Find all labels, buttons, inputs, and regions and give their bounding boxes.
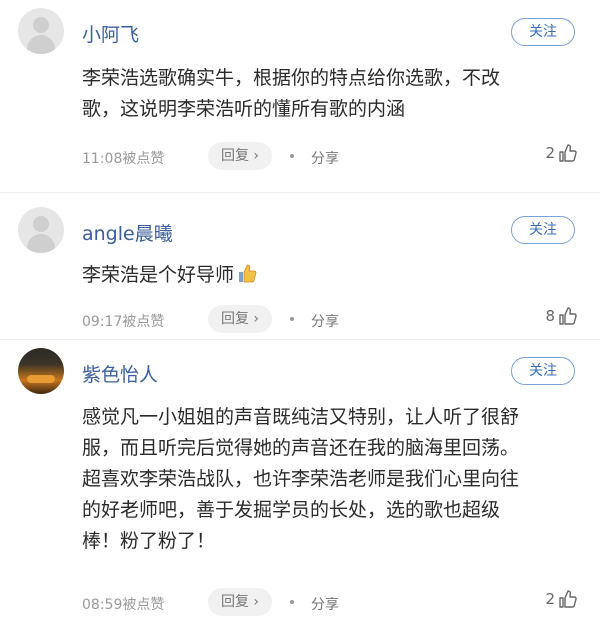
like-time: 09:17被点赞	[82, 314, 165, 330]
comment-text-line: 棒！粉了粉了！	[82, 530, 216, 552]
comment-text-line: 李荣浩选歌确实牛，根据你的特点给你选歌，不改	[82, 67, 501, 89]
reply-button[interactable]: 回复 ›	[208, 142, 272, 170]
username[interactable]: angle晨曦	[82, 219, 173, 246]
separator-dot	[290, 317, 294, 321]
like-time: 08:59被点赞	[82, 597, 165, 613]
comment-text-line: 歌，这说明李荣浩听的懂所有歌的内涵	[82, 98, 406, 120]
avatar[interactable]	[18, 348, 64, 394]
thumbs-up-icon	[558, 143, 578, 163]
reply-label: 回复	[220, 148, 249, 164]
comment-text-line: 感觉凡一小姐姐的声音既纯洁又特别，让人听了很舒	[82, 406, 520, 428]
reply-button[interactable]: 回复 ›	[208, 305, 272, 333]
comment-text-line: 李荣浩是个好导师	[82, 264, 235, 286]
comment-item: 小阿飞 关注 李荣浩选歌确实牛，根据你的特点给你选歌，不改 歌，这说明李荣浩听的…	[0, 0, 600, 193]
avatar-photo-detail	[27, 375, 55, 383]
comment-text: 李荣浩选歌确实牛，根据你的特点给你选歌，不改 歌，这说明李荣浩听的懂所有歌的内涵	[82, 63, 582, 125]
chevron-right-icon: ›	[253, 148, 260, 164]
avatar[interactable]	[18, 8, 64, 54]
like-button[interactable]: 2	[545, 143, 578, 163]
like-count: 2	[545, 590, 555, 608]
thumbs-up-icon	[558, 589, 578, 609]
thumbs-up-emoji	[236, 262, 258, 294]
comment-text: 感觉凡一小姐姐的声音既纯洁又特别，让人听了很舒 服，而且听完后觉得她的声音还在我…	[82, 402, 582, 557]
thumbs-up-icon	[558, 306, 578, 326]
chevron-right-icon: ›	[253, 594, 260, 610]
avatar-placeholder-body	[27, 234, 55, 253]
share-button[interactable]: 分享	[311, 594, 339, 614]
comment-text-line: 服，而且听完后觉得她的声音还在我的脑海里回荡。	[82, 437, 520, 459]
avatar-placeholder-head	[33, 216, 49, 232]
separator-dot	[290, 600, 294, 604]
username[interactable]: 紫色怡人	[82, 360, 158, 387]
like-button[interactable]: 8	[545, 306, 578, 326]
separator-dot	[290, 154, 294, 158]
comment-item: 紫色怡人 关注 感觉凡一小姐姐的声音既纯洁又特别，让人听了很舒 服，而且听完后觉…	[0, 340, 600, 636]
avatar-placeholder-head	[33, 17, 49, 33]
comment-text-line: 的好老师吧，善于发掘学员的长处，选的歌也超级	[82, 499, 501, 521]
like-time: 11:08被点赞	[82, 151, 165, 167]
comment-item: angle晨曦 关注 李荣浩是个好导师 09:17被点赞 回复 › 分享 8	[0, 193, 600, 340]
follow-button[interactable]: 关注	[511, 18, 575, 46]
username[interactable]: 小阿飞	[82, 20, 139, 47]
chevron-right-icon: ›	[253, 311, 260, 327]
like-count: 8	[545, 307, 555, 325]
like-button[interactable]: 2	[545, 589, 578, 609]
reply-button[interactable]: 回复 ›	[208, 588, 272, 616]
follow-button[interactable]: 关注	[511, 357, 575, 385]
reply-label: 回复	[220, 594, 249, 610]
comment-text: 李荣浩是个好导师	[82, 260, 582, 294]
reply-label: 回复	[220, 311, 249, 327]
avatar[interactable]	[18, 207, 64, 253]
follow-button[interactable]: 关注	[511, 216, 575, 244]
share-button[interactable]: 分享	[311, 148, 339, 168]
like-count: 2	[545, 144, 555, 162]
avatar-placeholder-body	[27, 35, 55, 54]
share-button[interactable]: 分享	[311, 311, 339, 331]
comment-text-line: 超喜欢李荣浩战队，也许李荣浩老师是我们心里向往	[82, 468, 520, 490]
